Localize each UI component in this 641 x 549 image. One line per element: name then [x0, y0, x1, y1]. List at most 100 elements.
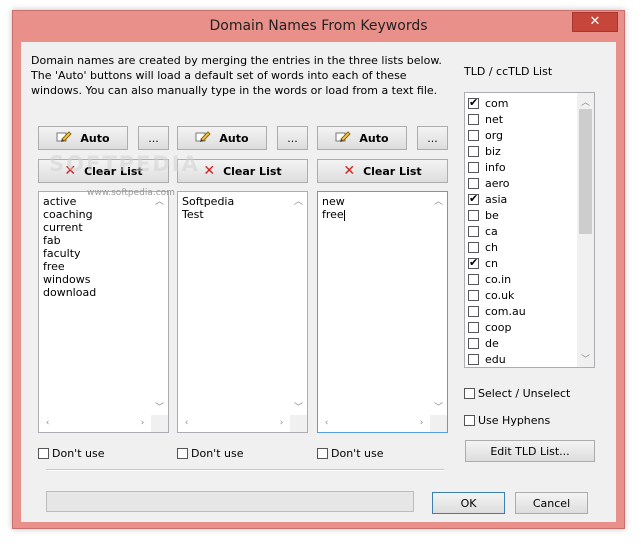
tld-checkbox[interactable]: [468, 337, 479, 349]
list-item: active: [43, 195, 77, 208]
red-x-icon: ✕: [203, 162, 216, 179]
dont-use-checkbox-2[interactable]: Don't use: [177, 447, 243, 460]
scroll-down-icon[interactable]: ﹀: [290, 400, 307, 413]
tld-checkbox[interactable]: [468, 321, 479, 333]
vertical-scrollbar[interactable]: ︿ ﹀: [430, 192, 447, 415]
checkbox-box[interactable]: [464, 388, 475, 399]
tld-item-ca[interactable]: ca: [468, 223, 498, 239]
tld-item-de[interactable]: de: [468, 335, 499, 351]
clear-list-button-3[interactable]: ✕ Clear List: [317, 159, 448, 183]
tld-checkbox[interactable]: [468, 256, 479, 269]
tld-item-co-uk[interactable]: co.uk: [468, 287, 514, 303]
scroll-up-icon[interactable]: ︿: [290, 194, 307, 207]
use-hyphens-checkbox[interactable]: Use Hyphens: [464, 414, 550, 427]
tld-checkbox[interactable]: [468, 241, 479, 253]
scroll-right-icon[interactable]: ›: [413, 418, 430, 428]
text-cursor: [343, 209, 345, 221]
keyword-list-2[interactable]: Softpedia Test ︿ ﹀ ‹ ›: [177, 191, 308, 433]
dont-use-checkbox-3[interactable]: Don't use: [317, 447, 383, 460]
checkbox-box[interactable]: [38, 448, 49, 459]
tld-checkbox[interactable]: [468, 161, 479, 173]
tld-item-cn[interactable]: cn: [468, 255, 498, 271]
tld-item-aero[interactable]: aero: [468, 175, 510, 191]
checkbox-box[interactable]: [317, 448, 328, 459]
load-file-button-3[interactable]: ...: [417, 126, 448, 150]
checkbox-box[interactable]: [464, 415, 475, 426]
select-unselect-checkbox[interactable]: Select / Unselect: [464, 387, 570, 400]
cancel-button[interactable]: Cancel: [515, 492, 588, 514]
tld-item-co-in[interactable]: co.in: [468, 271, 511, 287]
tld-checkbox[interactable]: [468, 145, 479, 157]
tld-list-label: TLD / ccTLD List: [464, 65, 553, 78]
tld-checkbox[interactable]: [468, 305, 479, 317]
clear-list-button-1[interactable]: ✕ Clear List: [38, 159, 169, 183]
scroll-up-icon[interactable]: ︿: [151, 194, 168, 207]
load-file-button-2[interactable]: ...: [277, 126, 308, 150]
checkbox-box[interactable]: [177, 448, 188, 459]
clear-list-button-2[interactable]: ✕ Clear List: [177, 159, 308, 183]
keyword-list-3[interactable]: new free ︿ ﹀ ‹ ›: [317, 191, 448, 433]
scroll-thumb[interactable]: [579, 109, 592, 234]
tld-item-info[interactable]: info: [468, 159, 506, 175]
list-item: coaching: [43, 208, 93, 221]
scroll-down-icon[interactable]: ﹀: [430, 400, 447, 413]
tld-item-ch[interactable]: ch: [468, 239, 498, 255]
tld-checkbox[interactable]: [468, 289, 479, 301]
tld-checkbox[interactable]: [468, 273, 479, 285]
scroll-left-icon[interactable]: ‹: [178, 418, 195, 428]
tld-item-edu[interactable]: edu: [468, 351, 506, 367]
scroll-corner: [430, 415, 447, 432]
tld-item-label: com: [485, 96, 509, 110]
horizontal-scrollbar[interactable]: ‹ ›: [39, 415, 151, 432]
auto-button-1[interactable]: Auto: [38, 126, 128, 150]
edit-tld-list-button[interactable]: Edit TLD List...: [465, 440, 595, 462]
tld-item-com-au[interactable]: com.au: [468, 303, 526, 319]
pencil-icon: [56, 130, 73, 146]
tld-item-coop[interactable]: coop: [468, 319, 512, 335]
tld-checkbox[interactable]: [468, 192, 479, 205]
close-button[interactable]: ✕: [572, 12, 618, 32]
tld-item-be[interactable]: be: [468, 207, 499, 223]
tld-item-net[interactable]: net: [468, 111, 503, 127]
auto-button-2[interactable]: Auto: [177, 126, 267, 150]
list-item: Test: [182, 208, 204, 221]
tld-item-com[interactable]: com: [468, 95, 509, 111]
scroll-down-icon[interactable]: ﹀: [151, 400, 168, 413]
tld-checkbox[interactable]: [468, 129, 479, 141]
horizontal-scrollbar[interactable]: ‹ ›: [178, 415, 290, 432]
scroll-up-icon[interactable]: ︿: [577, 95, 594, 108]
load-file-button-1[interactable]: ...: [138, 126, 169, 150]
tld-checkbox[interactable]: [468, 96, 479, 109]
tld-list[interactable]: com net org biz info aero asia be ca ch cn co.in co.…: [464, 92, 595, 368]
tld-checkbox[interactable]: [468, 113, 479, 125]
dont-use-checkbox-1[interactable]: Don't use: [38, 447, 104, 460]
tld-checkbox[interactable]: [468, 225, 479, 237]
tld-item-biz[interactable]: biz: [468, 143, 501, 159]
tld-item-label: biz: [485, 144, 501, 158]
tld-checkbox[interactable]: [468, 353, 479, 365]
horizontal-scrollbar[interactable]: ‹ ›: [318, 415, 430, 432]
scroll-left-icon[interactable]: ‹: [39, 418, 56, 428]
scroll-left-icon[interactable]: ‹: [318, 418, 335, 428]
auto-button-3[interactable]: Auto: [317, 126, 407, 150]
tld-item-asia[interactable]: asia: [468, 191, 507, 207]
vertical-scrollbar[interactable]: ︿ ﹀: [151, 192, 168, 415]
tld-item-label: co.in: [485, 272, 512, 286]
vertical-scrollbar[interactable]: ︿ ﹀: [290, 192, 307, 415]
title-bar[interactable]: Domain Names From Keywords ✕: [13, 11, 624, 42]
tld-checkbox[interactable]: [468, 177, 479, 189]
scroll-right-icon[interactable]: ›: [134, 418, 151, 428]
tld-checkbox[interactable]: [468, 209, 479, 221]
keyword-list-1[interactable]: active coaching current fab faculty free…: [38, 191, 169, 433]
tld-vertical-scrollbar[interactable]: ︿ ﹀: [577, 93, 594, 367]
scroll-corner: [151, 415, 168, 432]
list-item: fab: [43, 234, 61, 247]
scroll-right-icon[interactable]: ›: [273, 418, 290, 428]
scroll-down-icon[interactable]: ﹀: [577, 352, 594, 365]
auto-button-label: Auto: [80, 131, 110, 145]
tld-item-org[interactable]: org: [468, 127, 503, 143]
description-text: Domain names are created by merging the …: [31, 54, 442, 97]
scroll-up-icon[interactable]: ︿: [430, 194, 447, 207]
ok-button[interactable]: OK: [432, 492, 505, 514]
tld-item-label: com.au: [485, 304, 526, 318]
